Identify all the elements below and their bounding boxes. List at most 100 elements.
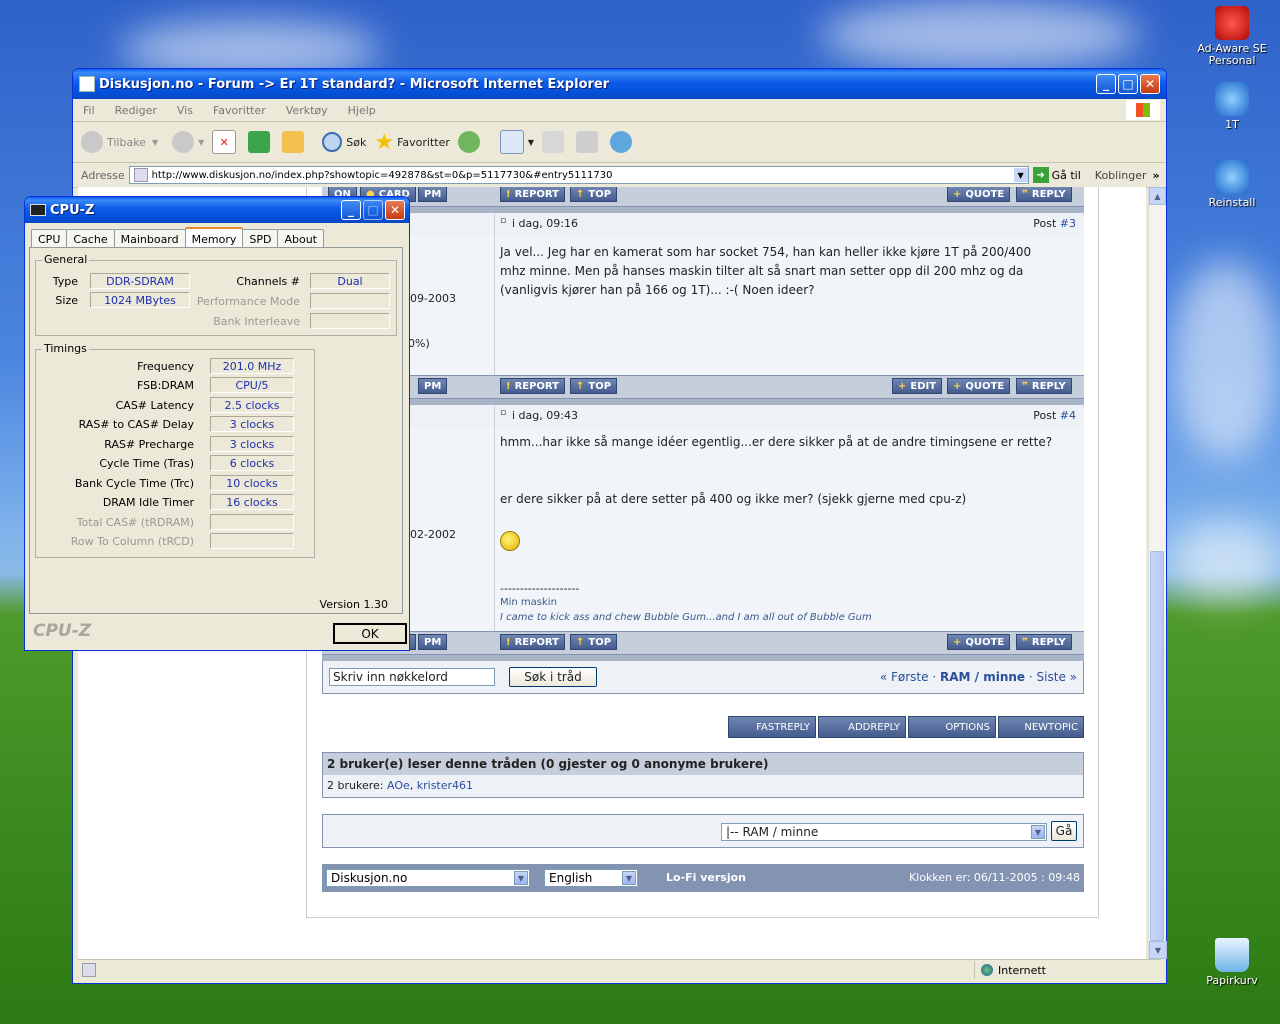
- desktop-icon-adaware[interactable]: Ad-Aware SE Personal: [1192, 6, 1272, 67]
- favorites-button[interactable]: ★ Favoritter: [374, 130, 450, 155]
- go-button[interactable]: Gå til: [1052, 169, 1081, 182]
- pm-button[interactable]: PM: [418, 378, 448, 394]
- report-button[interactable]: ! REPORT: [500, 634, 565, 650]
- fastreply-button[interactable]: FASTREPLY: [728, 716, 816, 738]
- top-button[interactable]: ↑ TOP: [570, 378, 618, 394]
- reply-button[interactable]: ❞ REPLY: [1016, 187, 1072, 202]
- site-select[interactable]: Diskusjon.no ▼: [326, 869, 530, 887]
- plus-icon: +: [953, 380, 962, 392]
- addreply-button[interactable]: ADDREPLY: [818, 716, 906, 738]
- mail-dropdown-icon: ▼: [527, 137, 535, 147]
- page-icon: [133, 168, 148, 182]
- quote-button[interactable]: + QUOTE: [947, 378, 1011, 394]
- report-button[interactable]: ! REPORT: [500, 378, 565, 394]
- pm-button[interactable]: PM: [418, 187, 448, 202]
- quote-button[interactable]: + QUOTE: [947, 187, 1011, 202]
- address-dropdown-icon[interactable]: ▼: [1013, 168, 1028, 182]
- post-number-link[interactable]: #3: [1060, 217, 1076, 230]
- desktop-icon-recycle-bin[interactable]: Papirkurv: [1192, 938, 1272, 987]
- home-button[interactable]: [282, 131, 308, 153]
- last-page-link[interactable]: Siste »: [1037, 670, 1077, 684]
- general-legend: General: [42, 253, 90, 266]
- menu-rediger[interactable]: Rediger: [115, 104, 157, 117]
- maximize-button[interactable]: □: [1118, 74, 1138, 94]
- print-button[interactable]: [542, 131, 568, 153]
- minimize-button[interactable]: _: [341, 200, 361, 220]
- forward-button[interactable]: ▼: [172, 131, 204, 153]
- tab-cache[interactable]: Cache: [66, 229, 115, 248]
- cpuz-brand-logo: CPU-Z: [33, 621, 92, 641]
- thread-search-input[interactable]: Skriv inn nøkkelord: [329, 668, 495, 686]
- report-button[interactable]: ! REPORT: [500, 187, 565, 202]
- tab-about[interactable]: About: [277, 229, 324, 248]
- ok-button[interactable]: OK: [333, 623, 407, 644]
- menu-fil[interactable]: Fil: [83, 104, 95, 117]
- top-button[interactable]: ↑ TOP: [570, 187, 618, 202]
- close-button[interactable]: ✕: [385, 200, 405, 220]
- forum-footer: Diskusjon.no ▼ English ▼ Lo-Fi versjon K…: [322, 864, 1084, 892]
- readers-prefix: 2 brukere:: [327, 779, 384, 792]
- go-arrow-icon[interactable]: ➜: [1032, 167, 1049, 183]
- post-number-link[interactable]: #4: [1060, 409, 1076, 422]
- current-forum-link[interactable]: RAM / minne: [940, 670, 1025, 684]
- post-icon: ▫: [500, 408, 507, 418]
- reply-button[interactable]: ❞ REPLY: [1016, 634, 1072, 650]
- desktop-icon-1t[interactable]: 1T: [1192, 82, 1272, 131]
- refresh-button[interactable]: [248, 131, 274, 153]
- lofi-link[interactable]: Lo-Fi versjon: [666, 871, 746, 884]
- options-button[interactable]: OPTIONS: [908, 716, 996, 738]
- desktop-icon-label: Reinstall: [1208, 196, 1256, 209]
- print-icon: [542, 131, 565, 153]
- quote-button[interactable]: + QUOTE: [947, 634, 1011, 650]
- tab-spd[interactable]: SPD: [242, 229, 279, 248]
- signature-link[interactable]: Min maskin: [500, 596, 1060, 609]
- tab-mainboard[interactable]: Mainboard: [113, 229, 186, 248]
- scroll-thumb[interactable]: [1150, 551, 1164, 941]
- links-chevron-icon[interactable]: »: [1153, 169, 1160, 182]
- bank-interleave-label: Bank Interleave: [213, 314, 300, 328]
- menu-hjelp[interactable]: Hjelp: [348, 104, 376, 117]
- forum-jump-select[interactable]: |-- RAM / minne ▼: [721, 823, 1047, 841]
- edit-post-button[interactable]: + EDIT: [892, 378, 943, 394]
- history-button[interactable]: [457, 131, 484, 153]
- performance-mode-value: [310, 293, 390, 309]
- links-label[interactable]: Koblinger: [1095, 169, 1147, 182]
- timings-group: Timings Frequency 201.0 MHz FSB:DRAM CPU/5…: [35, 342, 315, 558]
- forum-jump-go-button[interactable]: Gå: [1051, 821, 1077, 841]
- first-page-link[interactable]: « Første: [880, 670, 929, 684]
- reply-button[interactable]: ❞ REPLY: [1016, 378, 1072, 394]
- forum-jump-box: |-- RAM / minne ▼ Gå: [322, 814, 1084, 848]
- address-input[interactable]: http://www.diskusjon.no/index.php?showto…: [128, 166, 1029, 184]
- messenger-icon: [610, 131, 633, 153]
- mail-button[interactable]: ▼: [499, 130, 535, 154]
- menu-verktoy[interactable]: Verktøy: [286, 104, 328, 117]
- post-label: Post: [1033, 409, 1057, 422]
- back-button[interactable]: Tilbake ▼: [81, 131, 158, 153]
- chevron-down-icon: ▼: [514, 871, 528, 885]
- menu-vis[interactable]: Vis: [177, 104, 193, 117]
- desktop-icon-reinstall[interactable]: Reinstall: [1192, 160, 1272, 209]
- search-button[interactable]: Søk: [322, 132, 366, 152]
- stop-button[interactable]: ✕: [212, 130, 240, 154]
- tab-cpu[interactable]: CPU: [31, 229, 68, 248]
- close-button[interactable]: ✕: [1140, 74, 1160, 94]
- menu-favoritter[interactable]: Favoritter: [213, 104, 266, 117]
- scroll-down-icon[interactable]: ▼: [1149, 941, 1167, 959]
- cpuz-window-title: CPU-Z: [50, 202, 95, 218]
- vertical-scrollbar[interactable]: ▲ ▼: [1148, 187, 1167, 959]
- messenger-button[interactable]: [610, 131, 636, 153]
- edit-button[interactable]: [576, 131, 602, 153]
- newtopic-button[interactable]: NEWTOPIC: [998, 716, 1084, 738]
- timing-label: Bank Cycle Time (Trc): [74, 476, 194, 490]
- address-label: Adresse: [81, 168, 125, 182]
- thread-search-button[interactable]: Søk i tråd: [509, 667, 597, 687]
- reader-user-link[interactable]: krister461: [417, 779, 473, 792]
- scroll-up-icon[interactable]: ▲: [1149, 187, 1166, 205]
- quote-marks-icon: ❞: [1022, 636, 1028, 648]
- pm-button[interactable]: PM: [418, 634, 448, 650]
- reader-user-link[interactable]: AOe: [387, 779, 410, 792]
- language-select[interactable]: English ▼: [544, 869, 638, 887]
- timing-label: Row To Column (tRCD): [70, 534, 194, 548]
- top-button[interactable]: ↑ TOP: [570, 634, 618, 650]
- minimize-button[interactable]: _: [1096, 74, 1116, 94]
